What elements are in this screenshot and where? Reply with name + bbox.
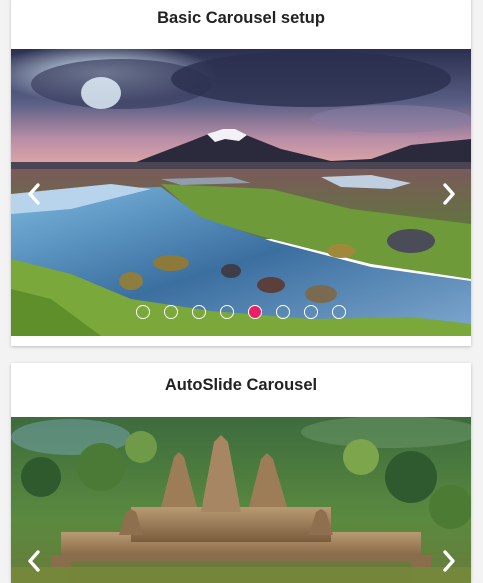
chevron-left-icon [28,183,40,205]
carousel-dot-1[interactable] [136,305,150,319]
carousel-dot-5-active[interactable] [248,305,262,319]
next-slide-button[interactable] [436,176,462,212]
carousel-dot-6[interactable] [276,305,290,319]
angkor-wat-image [11,417,471,583]
basic-carousel-title: Basic Carousel setup [157,9,325,27]
carousel-dot-7[interactable] [304,305,318,319]
carousel-dot-8[interactable] [332,305,346,319]
carousel-dot-2[interactable] [164,305,178,319]
carousel-indicators [11,305,471,319]
carousel-dot-3[interactable] [192,305,206,319]
basic-carousel-slide[interactable] [11,49,471,336]
chevron-left-icon [28,550,40,572]
prev-slide-button[interactable] [21,176,47,212]
chevron-right-icon [443,183,455,205]
carousel-dot-4[interactable] [220,305,234,319]
chevron-right-icon [443,550,455,572]
autoslide-carousel-card: AutoSlide Carousel [11,363,471,583]
autoslide-carousel-title: AutoSlide Carousel [164,376,318,394]
autoslide-prev-button[interactable] [21,543,47,579]
basic-carousel-card: Basic Carousel setup [11,0,471,346]
autoslide-carousel-slide[interactable] [11,417,471,583]
mountain-lake-image [11,49,471,336]
autoslide-next-button[interactable] [436,543,462,579]
